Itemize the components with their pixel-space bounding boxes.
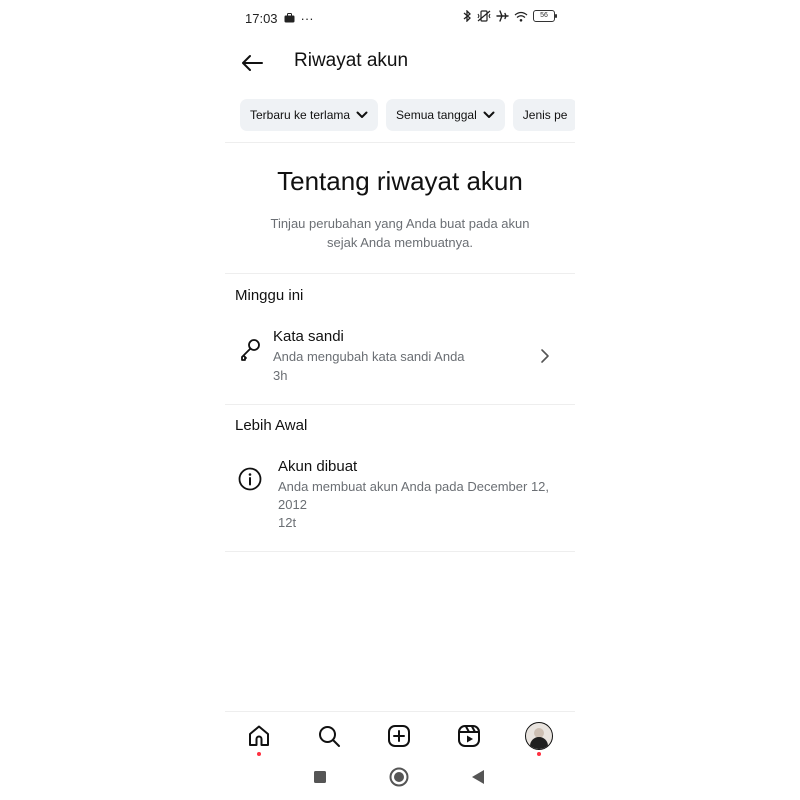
system-back-button[interactable] — [467, 766, 489, 788]
history-item-account-created[interactable]: Akun dibuat Anda membuat akun Anda pada … — [225, 450, 575, 540]
chevron-right-icon — [541, 349, 549, 363]
back-triangle-icon — [472, 770, 484, 784]
search-icon — [319, 726, 340, 747]
nav-reels[interactable] — [453, 720, 485, 752]
status-left: 17:03 ··· — [245, 11, 314, 26]
nav-create[interactable] — [383, 720, 415, 752]
notification-dot — [537, 752, 541, 756]
info-icon — [237, 466, 263, 492]
bluetooth-icon — [463, 10, 472, 22]
status-bar: 17:03 ··· 56 — [225, 0, 575, 36]
item-title: Kata sandi — [273, 328, 344, 345]
chevron-down-icon — [483, 111, 495, 118]
item-description: Anda mengubah kata sandi Anda — [273, 349, 465, 364]
notification-dot — [257, 752, 261, 756]
about-description: Tinjau perubahan yang Anda buat pada aku… — [270, 216, 530, 250]
airplane-icon — [496, 10, 509, 22]
item-time: 3h — [273, 368, 288, 383]
recents-button[interactable] — [309, 766, 331, 788]
arrow-left-icon — [242, 55, 263, 71]
vibrate-off-icon — [477, 10, 491, 22]
status-time: 17:03 — [245, 11, 278, 26]
battery-icon: 56 — [533, 10, 557, 22]
item-time: 12t — [278, 515, 297, 530]
status-right: 56 — [463, 10, 557, 22]
filter-sort-chip[interactable]: Terbaru ke terlama — [240, 99, 379, 131]
create-icon — [388, 725, 410, 747]
wifi-icon — [514, 11, 528, 22]
filter-date-chip[interactable]: Semua tanggal — [386, 99, 505, 131]
phone-screen: 17:03 ··· 56 Riwayat akun Terbaru ke ter… — [225, 0, 575, 800]
section-heading-this-week: Minggu ini — [235, 287, 304, 304]
nav-search[interactable] — [313, 720, 345, 752]
nav-profile[interactable] — [523, 720, 555, 756]
divider — [225, 273, 575, 274]
filter-type-label: Jenis pe — [522, 108, 568, 122]
reels-icon — [458, 725, 480, 747]
page-title: Riwayat akun — [294, 50, 409, 71]
profile-avatar — [525, 722, 553, 750]
filter-sort-label: Terbaru ke terlama — [250, 108, 351, 122]
divider — [225, 404, 575, 405]
filter-chips: Terbaru ke terlama Semua tanggal Jenis p… — [240, 99, 575, 131]
filter-date-label: Semua tanggal — [396, 108, 477, 122]
section-heading-earlier: Lebih Awal — [235, 417, 308, 434]
status-more-dots: ··· — [300, 11, 314, 26]
system-home-button[interactable] — [388, 766, 410, 788]
item-description: Anda membuat akun Anda pada December 12,… — [278, 479, 550, 512]
recents-icon — [314, 771, 326, 783]
filter-type-chip[interactable]: Jenis pe — [512, 99, 575, 131]
nav-home[interactable] — [243, 720, 275, 756]
key-icon — [237, 337, 263, 363]
system-nav-bar — [225, 760, 575, 794]
divider — [225, 551, 575, 552]
back-button[interactable] — [237, 48, 267, 78]
home-icon — [249, 725, 269, 746]
avatar-body — [530, 737, 548, 749]
history-item-password[interactable]: Kata sandi Anda mengubah kata sandi Anda… — [225, 320, 575, 390]
bottom-nav — [225, 711, 575, 758]
divider — [225, 142, 575, 143]
item-title: Akun dibuat — [278, 458, 358, 475]
home-circle-icon — [389, 767, 409, 787]
header: Riwayat akun — [225, 40, 575, 84]
about-title: Tentang riwayat akun — [277, 166, 523, 196]
chevron-down-icon — [356, 111, 368, 118]
briefcase-icon — [284, 11, 295, 26]
